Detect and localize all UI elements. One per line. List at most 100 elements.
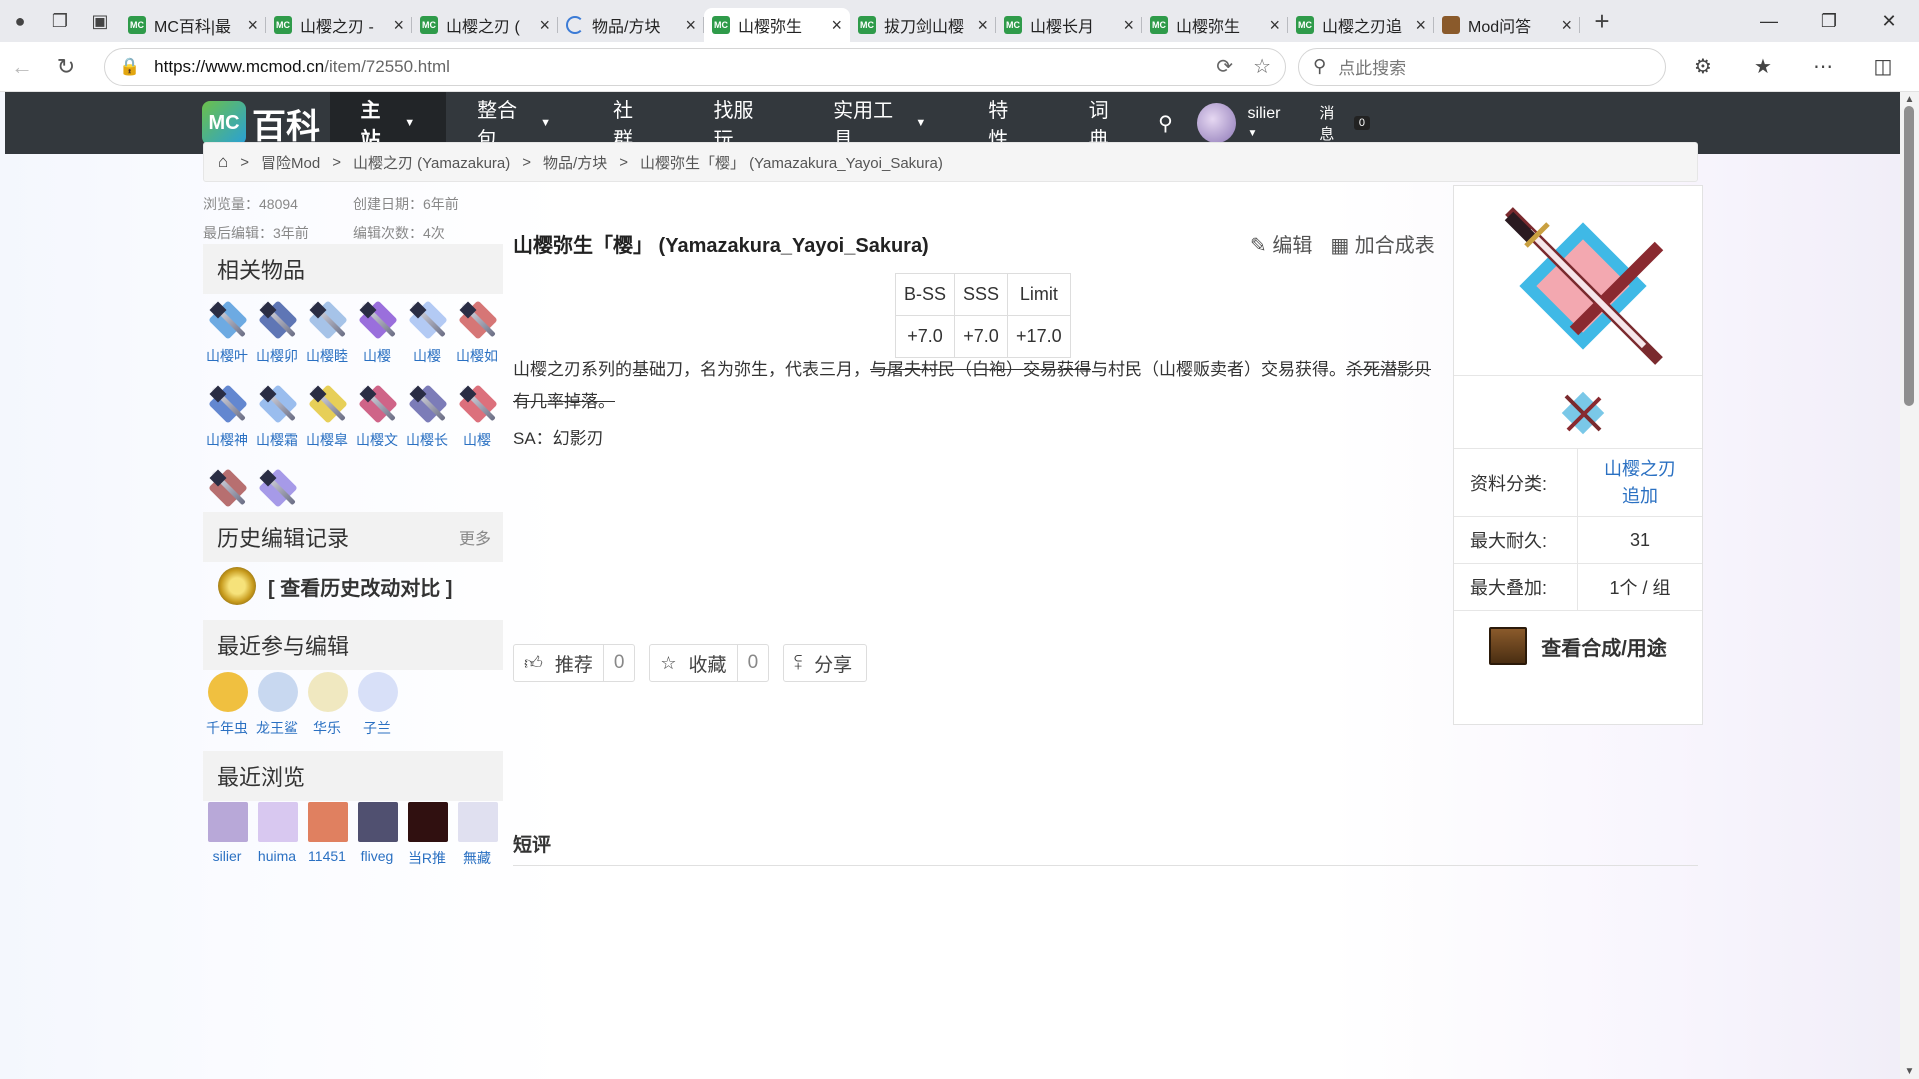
reload-button[interactable]: ↻ (44, 54, 88, 80)
user-item[interactable]: 当R推 (403, 802, 453, 876)
user-item[interactable]: 千年虫 (203, 672, 253, 751)
tab-close-icon[interactable]: × (1561, 15, 1572, 36)
extensions-icon[interactable]: ⚙ (1686, 54, 1720, 79)
user-item[interactable]: 子兰 (353, 672, 403, 751)
tab-close-icon[interactable]: × (685, 15, 696, 36)
tab-close-icon[interactable]: × (1123, 15, 1134, 36)
url-path: /item/72550.html (324, 56, 450, 76)
favorite-star-icon[interactable]: ☆ (1253, 54, 1271, 79)
minimize-button[interactable]: — (1739, 11, 1799, 32)
maximize-button[interactable]: ❐ (1799, 11, 1859, 32)
messages-link[interactable]: 消息 0 (1319, 102, 1370, 144)
item-label: 山樱文 (356, 432, 398, 448)
breadcrumb-link[interactable]: 冒险Mod (261, 152, 320, 173)
related-item[interactable]: 山樱文 (353, 378, 403, 462)
history-more-link[interactable]: 更多 (459, 525, 491, 549)
browser-tab[interactable]: MC 山樱之刃追 × (1288, 8, 1434, 42)
recommend-label: 推荐 (554, 654, 593, 676)
katana-icon (1504, 207, 1664, 365)
related-item[interactable]: 山樱长 (403, 378, 453, 462)
browser-tab[interactable]: 物品/方块 × (558, 8, 704, 42)
favorites-icon[interactable]: ★ (1746, 54, 1780, 79)
breadcrumb-separator: > (619, 153, 628, 171)
new-tab-button[interactable]: + (1580, 6, 1624, 37)
item-label: 当R推 (407, 850, 447, 866)
history-compare-link[interactable]: [ 查看历史改动对比 ] (218, 567, 452, 605)
related-item[interactable]: 山樱卯 (253, 294, 303, 378)
recommend-button[interactable]: 👍︎ 推荐 0 (513, 644, 636, 682)
sword-icon (206, 382, 250, 426)
home-icon[interactable]: ⌂ (218, 152, 228, 172)
breadcrumb-link[interactable]: 物品/方块 (543, 152, 607, 173)
browser-tab[interactable]: MC 山樱之刃 - × (266, 8, 412, 42)
view-recipe-button[interactable]: 查看合成/用途 (1454, 611, 1702, 681)
related-item[interactable]: 山樱 (403, 294, 453, 378)
tab-close-icon[interactable]: × (1415, 15, 1426, 36)
user-item[interactable]: silier (203, 802, 253, 876)
browser-tab[interactable]: MC 山樱之刃 (× (412, 8, 558, 42)
related-item[interactable]: 山樱皐 (303, 378, 353, 462)
collections-icon[interactable]: ❐ (40, 0, 80, 42)
tab-label: 山樱弥生 (1176, 19, 1241, 36)
item-label: 11451 (308, 848, 346, 864)
sidebar-icon[interactable]: ◫ (1866, 54, 1900, 79)
browser-search-input[interactable]: ⚲ 点此搜索 (1298, 47, 1666, 86)
sword-icon (256, 382, 300, 426)
chevron-down-icon: ▼ (404, 117, 416, 129)
tab-label: 山樱弥生 (738, 19, 803, 36)
tab-close-icon[interactable]: × (393, 15, 404, 36)
browser-tab[interactable]: MC MC百科|最 × (120, 8, 266, 42)
related-item[interactable]: 山樱叶 (203, 294, 253, 378)
site-logo[interactable]: MC 百科 (202, 99, 330, 148)
close-window-button[interactable]: ✕ (1859, 11, 1919, 32)
browser-tab[interactable]: MC 山樱弥生 × (1142, 8, 1288, 42)
user-item[interactable]: 华乐 (303, 672, 353, 751)
back-button[interactable]: ← (0, 54, 44, 80)
related-item[interactable]: 山樱睦 (303, 294, 353, 378)
tab-close-icon[interactable]: × (1269, 15, 1280, 36)
item-label: 华乐 (313, 720, 341, 736)
related-item[interactable]: 山樱神 (203, 378, 253, 462)
breadcrumb-link[interactable]: 山樱弥生「樱」 (Yamazakura_Yayoi_Sakura) (640, 152, 943, 173)
browser-tab[interactable]: MC 山樱长月 × (996, 8, 1142, 42)
tab-close-icon[interactable]: × (539, 15, 550, 36)
translate-icon[interactable]: ⟳ (1216, 54, 1233, 79)
related-item[interactable]: 山樱如 (453, 294, 503, 378)
user-item[interactable]: huima (253, 802, 303, 876)
user-item[interactable]: fliveg (353, 802, 403, 876)
related-item[interactable]: 山樱 (353, 294, 403, 378)
site-search-icon[interactable]: ⚲ (1158, 111, 1173, 136)
scrollbar-thumb[interactable] (1904, 106, 1914, 406)
tab-close-icon[interactable]: × (831, 15, 842, 36)
url-input[interactable]: 🔒 https://www.mcmod.cn/item/72550.html ⟳… (104, 47, 1286, 86)
more-menu-icon[interactable]: ⋯ (1806, 54, 1840, 79)
related-item[interactable]: 山樱 (453, 378, 503, 462)
user-item[interactable]: 無藏 (453, 802, 503, 876)
favorite-button[interactable]: ☆ 收藏 0 (649, 644, 770, 682)
scroll-up-arrow[interactable]: ▲ (1900, 94, 1919, 105)
user-menu[interactable]: silier ▼ (1248, 105, 1294, 141)
browser-tab[interactable]: Mod问答 × (1434, 8, 1580, 42)
scroll-down-arrow[interactable]: ▼ (1900, 1066, 1919, 1077)
profile-icon[interactable]: ● (0, 0, 40, 42)
edit-button[interactable]: ✎ 编辑 (1250, 229, 1312, 258)
user-avatar[interactable] (1196, 103, 1236, 143)
browser-tab[interactable]: MC 山樱弥生 × (704, 8, 850, 42)
tab-close-icon[interactable]: × (247, 15, 258, 36)
tab-actions-icon[interactable]: ▣ (80, 0, 120, 42)
logo-text: 百科 (252, 107, 320, 146)
add-recipe-button[interactable]: ▦ 加合成表 (1330, 229, 1434, 258)
page-scrollbar[interactable]: ▲ ▼ (1900, 92, 1919, 1079)
item-label: 山樱霜 (256, 432, 298, 448)
browser-tab-bar: ● ❐ ▣ MC MC百科|最 × MC 山樱之刃 - × MC 山樱之刃 (× 物品/方块 × M… (0, 0, 1919, 42)
share-button[interactable]: ⪿ 分享 (783, 644, 868, 682)
breadcrumb-link[interactable]: 山樱之刃 (Yamazakura) (353, 152, 510, 173)
tab-close-icon[interactable]: × (977, 15, 988, 36)
category-link[interactable]: 山樱之刃追加 (1578, 449, 1702, 516)
browser-tab[interactable]: MC 拔刀剑山樱 × (850, 8, 996, 42)
user-item[interactable]: 龙王鲨 (253, 672, 303, 751)
user-item[interactable]: 11451 (303, 802, 353, 876)
edit-label: 编辑 (1272, 235, 1313, 257)
sword-icon (456, 382, 500, 426)
related-item[interactable]: 山樱霜 (253, 378, 303, 462)
